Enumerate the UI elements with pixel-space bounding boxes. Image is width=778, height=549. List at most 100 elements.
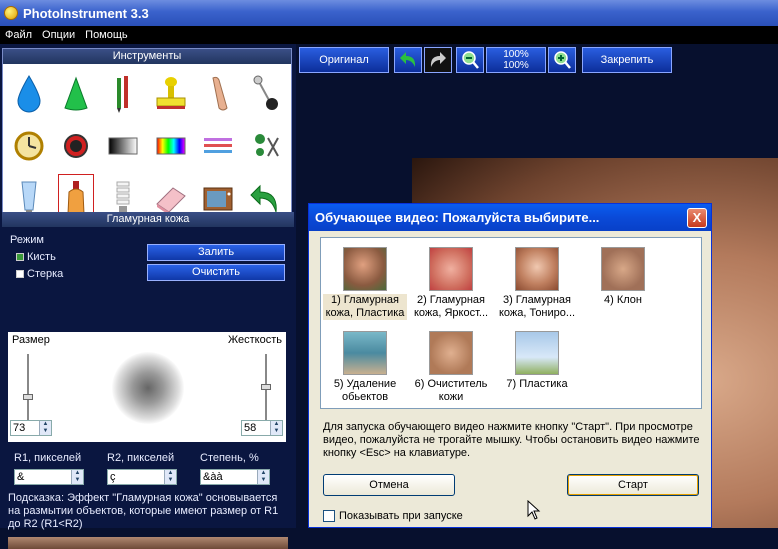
close-button[interactable]: X bbox=[687, 208, 707, 228]
brush-preview-area: Размер Жесткость 73 ▲ ▼ 58 ▲ ▼ bbox=[8, 332, 286, 442]
video-caption-7: 7) Пластика bbox=[506, 378, 568, 390]
gradient-tool[interactable] bbox=[100, 120, 147, 172]
r2-value: ç bbox=[110, 471, 116, 483]
dialog-instructions: Для запуска обучающего видео нажмите кно… bbox=[323, 421, 700, 459]
video-thumbnail-3 bbox=[515, 247, 559, 291]
redo-button[interactable] bbox=[424, 47, 452, 73]
glamor-skin-panel: Гламурная кожа Режим Кисть Стерка Залить… bbox=[0, 212, 296, 549]
brush-option-label: Кисть bbox=[27, 251, 56, 263]
r2-spinbox[interactable]: ç ▲ ▼ bbox=[107, 469, 177, 485]
video-thumbnail-1 bbox=[343, 247, 387, 291]
lines-icon bbox=[203, 138, 232, 153]
r2-label: R2, пикселей bbox=[107, 452, 175, 464]
drop-icon bbox=[17, 75, 41, 113]
tools-panel-title: Инструменты bbox=[3, 49, 291, 64]
brushes-icon bbox=[117, 76, 129, 113]
r2-spin-arrows[interactable]: ▲ ▼ bbox=[164, 470, 176, 484]
zoom-out-icon bbox=[462, 51, 479, 69]
tutorial-dialog: Обучающее видео: Пожалуйста выбирите... … bbox=[308, 203, 712, 528]
gradient-icon bbox=[108, 137, 138, 155]
app-icon bbox=[4, 6, 18, 20]
video-thumbnail-5 bbox=[343, 331, 387, 375]
zoom-level-button[interactable]: 100% 100% bbox=[486, 47, 546, 73]
left-panel: Инструменты Гламурная кожа Режим Кисть С… bbox=[0, 44, 296, 549]
r1-spinbox[interactable]: & ▲ ▼ bbox=[14, 469, 84, 485]
degree-spinbox[interactable]: &àà ▲ ▼ bbox=[200, 469, 270, 485]
redeye-tool[interactable] bbox=[52, 120, 99, 172]
video-list: 1) Гламурная кожа, Пластика 2) Гламурная к… bbox=[320, 237, 702, 409]
eraser-option-label: Стерка bbox=[27, 268, 64, 280]
size-spinbox[interactable]: 73 ▲ ▼ bbox=[10, 420, 52, 436]
pushpin-icon bbox=[253, 75, 279, 110]
video-item-5[interactable]: 5) Удаление обьектов bbox=[323, 328, 407, 404]
video-item-6[interactable]: 6) Очиститель кожи bbox=[409, 328, 493, 404]
video-thumbnail-6 bbox=[429, 331, 473, 375]
video-caption-6: 6) Очиститель кожи bbox=[414, 378, 488, 403]
video-caption-5: 5) Удаление обьектов bbox=[333, 378, 397, 403]
brush-checkbox[interactable] bbox=[16, 253, 24, 262]
show-on-start-option[interactable]: Показывать при запуске bbox=[323, 510, 463, 523]
mode-label: Режим bbox=[10, 234, 44, 246]
hardness-spinbox[interactable]: 58 ▲ ▼ bbox=[241, 420, 283, 436]
video-item-3[interactable]: 3) Гламурная кожа, Тониро... bbox=[495, 244, 579, 320]
dialog-title: Обучающее видео: Пожалуйста выбирите... bbox=[309, 204, 711, 231]
finger-icon bbox=[212, 76, 228, 111]
zoom-in-icon bbox=[554, 51, 571, 69]
zoom-in-button[interactable] bbox=[548, 47, 576, 73]
undo-button[interactable] bbox=[394, 47, 422, 73]
thumbnail-strip bbox=[8, 537, 288, 549]
clock-tool[interactable] bbox=[5, 120, 52, 172]
menu-help[interactable]: Помощь bbox=[80, 29, 133, 41]
start-button[interactable]: Старт bbox=[567, 474, 699, 496]
r1-label: R1, пикселей bbox=[14, 452, 82, 464]
spectrum-icon bbox=[156, 137, 186, 155]
r1-spin-arrows[interactable]: ▲ ▼ bbox=[71, 470, 83, 484]
pin-tool[interactable] bbox=[242, 68, 289, 120]
video-thumbnail-2 bbox=[429, 247, 473, 291]
menu-options[interactable]: Опции bbox=[37, 29, 80, 41]
hardness-slider[interactable] bbox=[261, 354, 271, 426]
scissors-tool[interactable] bbox=[242, 120, 289, 172]
stamp-tool[interactable] bbox=[147, 68, 194, 120]
color-tool[interactable] bbox=[147, 120, 194, 172]
pin-button[interactable]: Закрепить bbox=[582, 47, 672, 73]
hardness-slider-thumb[interactable] bbox=[261, 384, 271, 390]
video-item-7[interactable]: 7) Пластика bbox=[495, 328, 579, 391]
drop-tool[interactable] bbox=[5, 68, 52, 120]
original-button[interactable]: Оригинал bbox=[299, 47, 389, 73]
video-thumbnail-4 bbox=[601, 247, 645, 291]
video-item-1[interactable]: 1) Гламурная кожа, Пластика bbox=[323, 244, 407, 320]
degree-value: &àà bbox=[203, 471, 223, 483]
title-bar: PhotoInstrument 3.3 bbox=[0, 0, 778, 26]
size-slider[interactable] bbox=[23, 354, 33, 426]
menu-file[interactable]: Файл bbox=[0, 29, 37, 41]
size-spin-arrows[interactable]: ▲ ▼ bbox=[39, 421, 51, 435]
finger-tool[interactable] bbox=[194, 68, 241, 120]
clear-button[interactable]: Очистить bbox=[147, 264, 285, 281]
cancel-button[interactable]: Отмена bbox=[323, 474, 455, 496]
stamp-icon bbox=[156, 77, 186, 109]
clock-icon bbox=[14, 131, 44, 161]
size-label: Размер bbox=[12, 334, 50, 346]
eraser-option[interactable]: Стерка bbox=[16, 268, 63, 280]
brush-option[interactable]: Кисть bbox=[16, 251, 56, 263]
window-title: PhotoInstrument 3.3 bbox=[23, 5, 149, 21]
degree-spin-arrows[interactable]: ▲ ▼ bbox=[257, 470, 269, 484]
show-on-start-checkbox[interactable] bbox=[323, 510, 335, 523]
lines-tool[interactable] bbox=[194, 120, 241, 172]
scissors-icon bbox=[255, 134, 280, 157]
video-caption-4: 4) Клон bbox=[604, 294, 642, 306]
hardness-spin-arrows[interactable]: ▲ ▼ bbox=[270, 421, 282, 435]
zoom-out-button[interactable] bbox=[456, 47, 484, 73]
mouse-pointer-icon bbox=[527, 500, 541, 520]
brush-tool[interactable] bbox=[100, 68, 147, 120]
eraser-checkbox[interactable] bbox=[16, 270, 24, 279]
fill-button[interactable]: Залить bbox=[147, 244, 285, 261]
video-item-2[interactable]: 2) Гламурная кожа, Яркост... bbox=[409, 244, 493, 320]
cone-tool[interactable] bbox=[52, 68, 99, 120]
tool-grid bbox=[3, 64, 291, 228]
video-item-4[interactable]: 4) Клон bbox=[581, 244, 665, 307]
size-slider-thumb[interactable] bbox=[23, 394, 33, 400]
undo-icon bbox=[400, 52, 416, 67]
video-caption-1: 1) Гламурная кожа, Пластика bbox=[323, 294, 407, 320]
